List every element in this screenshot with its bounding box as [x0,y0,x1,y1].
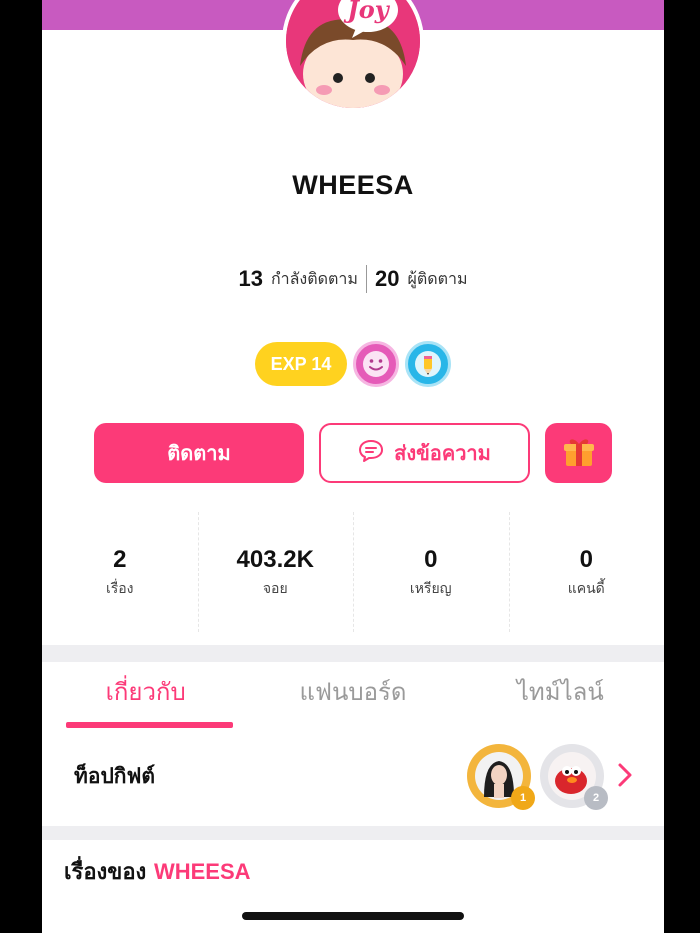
stories-title-name: WHEESA [153,859,251,884]
smiley-face-icon[interactable] [353,341,399,387]
profile-tabs: เกี่ยวกับ แฟนบอร์ด ไทม์ไลน์ [42,662,664,728]
pencil-icon[interactable] [405,341,451,387]
avatar[interactable]: Joy [282,0,424,112]
stats-divider [365,265,367,293]
followers-label[interactable]: ผู้ติดตาม [407,267,467,292]
tab-about[interactable]: เกี่ยวกับ [42,662,249,728]
badge-row: EXP 14 [42,341,664,387]
exp-badge[interactable]: EXP 14 [255,342,347,386]
following-count[interactable]: 13 [238,266,262,292]
count-label: เรื่อง [105,581,134,597]
stories-count-cell[interactable]: 2 เรื่อง [42,512,198,632]
top-gifter-1[interactable]: 1 [467,744,535,810]
count-value: 403.2K [236,546,314,573]
stories-title-prefix: เรื่องของ [64,860,147,885]
tab-timeline[interactable]: ไทม์ไลน์ [457,662,664,728]
action-buttons: ติดตาม ส่งข้อความ [94,423,612,485]
candy-count-cell[interactable]: 0 แคนดี้ [508,512,665,632]
chevron-right-icon[interactable] [616,760,634,796]
top-gift-row[interactable]: ท็อปกิฟต์ 1 2 [42,738,664,818]
send-message-label: ส่งข้อความ [394,441,491,465]
following-label[interactable]: กำลังติดตาม [271,267,358,292]
top-gifter-2[interactable]: 2 [540,744,608,810]
followers-count[interactable]: 20 [375,266,399,292]
stories-section-title: เรื่องของ WHEESA [64,854,251,889]
cartoon-avatar-icon: Joy [286,0,420,108]
count-label: จอย [262,581,288,597]
coins-count-cell[interactable]: 0 เหรียญ [353,512,509,632]
gift-box-icon [561,434,597,473]
home-indicator[interactable] [242,912,464,920]
top-gift-title: ท็อปกิฟต์ [74,764,156,788]
stats-counts: 2 เรื่อง 403.2K จอย 0 เหรียญ 0 แคนดี้ [42,512,664,632]
chat-bubble-icon [358,439,384,468]
send-message-button[interactable]: ส่งข้อความ [319,423,530,483]
follow-stats: 13 กำลังติดตาม 20 ผู้ติดตาม [42,265,664,293]
count-label: เหรียญ [409,581,452,597]
section-divider [42,645,664,662]
joy-count-cell[interactable]: 403.2K จอย [197,512,354,632]
section-divider [42,826,664,840]
profile-name: WHEESA [292,170,414,200]
gift-button[interactable] [545,423,612,483]
count-value: 0 [424,546,438,573]
rank-1-medal: 1 [511,786,535,810]
avatar-text: Joy [343,0,390,24]
rank-2-medal: 2 [584,786,608,810]
follow-button[interactable]: ติดตาม [94,423,304,483]
count-value: 2 [113,546,127,573]
count-value: 0 [579,546,593,573]
count-label: แคนดี้ [567,581,605,597]
tab-fanboard[interactable]: แฟนบอร์ด [249,662,456,728]
profile-screen: Joy WHEESA 13 กำลังติดตาม 20 ผู้ติดตาม E… [42,0,664,933]
